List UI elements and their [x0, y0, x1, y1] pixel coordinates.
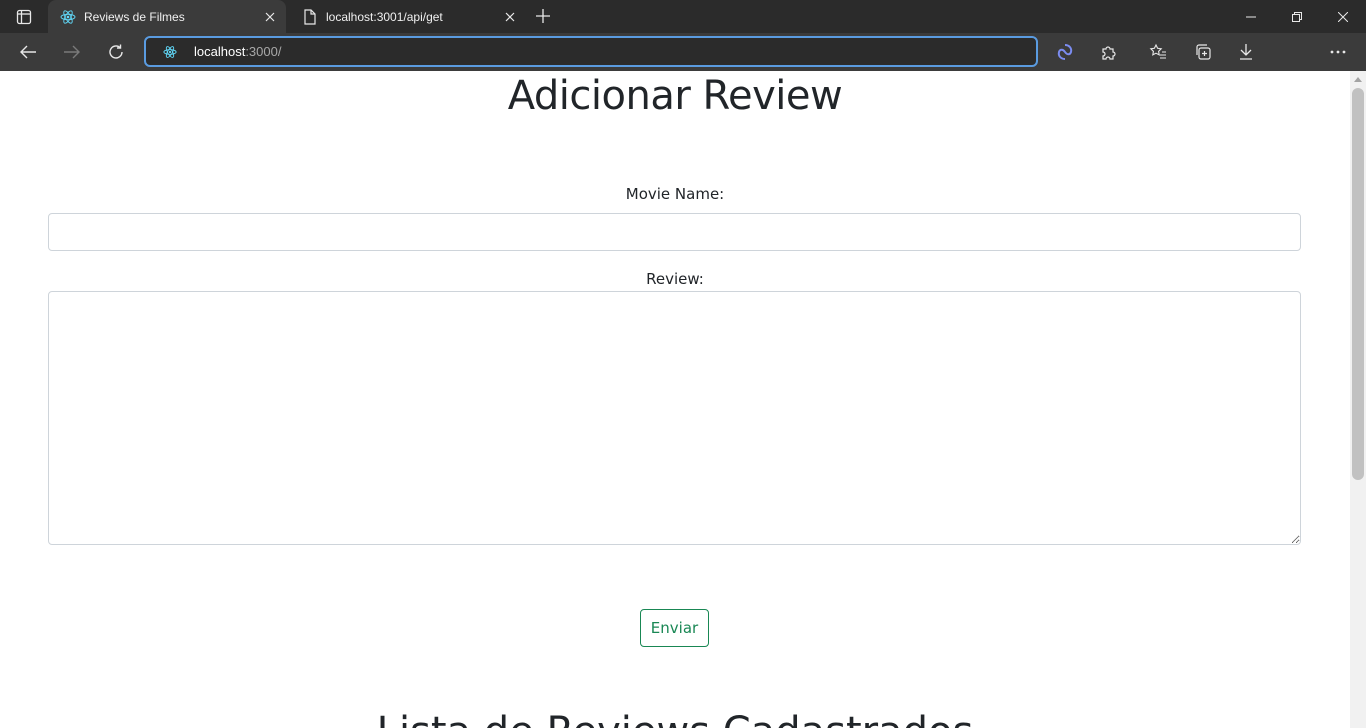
tab-title: localhost:3001/api/get [326, 9, 443, 24]
page-icon [302, 8, 318, 25]
minimize-icon [1246, 16, 1256, 17]
tab-reviews-de-filmes[interactable]: Reviews de Filmes [48, 0, 286, 33]
close-window-button[interactable] [1320, 0, 1366, 33]
download-icon [1240, 44, 1252, 60]
url-text: localhost:3000/ [194, 44, 281, 59]
downloads-button[interactable] [1230, 36, 1262, 68]
collections-button[interactable] [1187, 36, 1219, 68]
url-path: :3000/ [245, 44, 282, 59]
tab-actions-icon [16, 9, 32, 24]
favorites-button[interactable] [1142, 36, 1174, 68]
forward-arrow-icon [64, 45, 80, 59]
address-bar[interactable]: localhost:3000/ [144, 36, 1038, 67]
page-scrollbar[interactable] [1350, 71, 1366, 728]
url-host: localhost [194, 44, 246, 59]
forward-button[interactable] [56, 36, 88, 68]
refresh-icon [109, 44, 123, 59]
reviews-list-title: Lista de Reviews Cadastrados [0, 709, 1350, 728]
review-label: Review: [646, 270, 704, 288]
restore-icon [1292, 11, 1302, 22]
plus-icon [536, 9, 550, 23]
collections-icon [1196, 44, 1211, 60]
back-arrow-icon [20, 45, 36, 59]
new-tab-button[interactable] [531, 4, 555, 28]
refresh-button[interactable] [100, 36, 132, 68]
settings-menu-button[interactable] [1322, 36, 1354, 68]
review-textarea[interactable] [48, 291, 1301, 545]
page-viewport: Adicionar Review Movie Name: Review: Env… [0, 71, 1350, 728]
copilot-icon [1057, 44, 1073, 60]
movie-name-input[interactable] [48, 213, 1301, 251]
minimize-button[interactable] [1228, 0, 1274, 33]
scroll-thumb[interactable] [1352, 88, 1364, 480]
restore-button[interactable] [1274, 0, 1320, 33]
close-tab-icon[interactable] [498, 5, 522, 29]
close-tab-icon[interactable] [258, 5, 282, 29]
copilot-button[interactable] [1049, 36, 1081, 68]
browser-toolbar: localhost:3000/ [0, 33, 1366, 97]
submit-button[interactable]: Enviar [640, 609, 709, 647]
tab-api-get[interactable]: localhost:3001/api/get [290, 0, 526, 33]
back-button[interactable] [12, 36, 44, 68]
scroll-up-arrow-icon[interactable] [1350, 71, 1366, 87]
movie-name-label: Movie Name: [625, 185, 725, 203]
puzzle-icon [1102, 46, 1116, 60]
extensions-button[interactable] [1093, 36, 1125, 68]
react-icon [162, 44, 178, 60]
tab-strip: Reviews de Filmes localhost:3001/api/get [0, 0, 1366, 33]
tab-actions-menu-button[interactable] [8, 0, 40, 33]
react-icon [60, 9, 76, 25]
more-dots-icon [1330, 50, 1346, 54]
page-title: Adicionar Review [507, 73, 843, 119]
star-list-icon [1149, 43, 1166, 59]
tab-title: Reviews de Filmes [84, 9, 185, 24]
close-icon [1338, 11, 1348, 22]
